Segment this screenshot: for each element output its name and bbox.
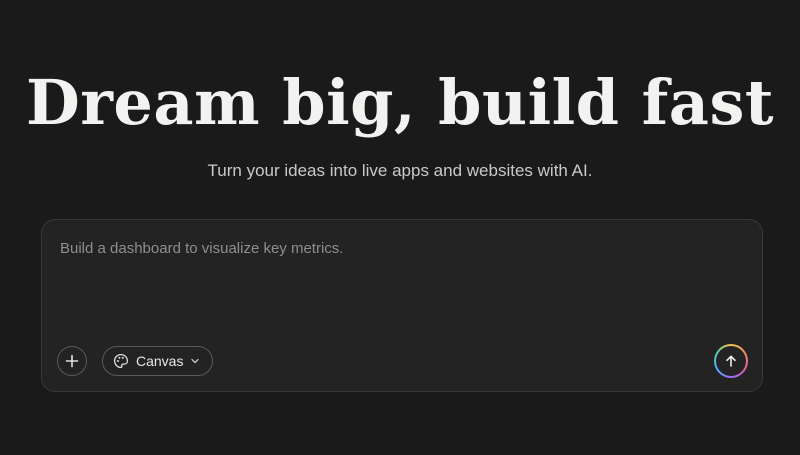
hero-title: Dream big, build fast	[25, 66, 775, 139]
mode-select-label: Canvas	[136, 353, 184, 369]
palette-icon	[113, 353, 129, 369]
prompt-input[interactable]	[60, 238, 740, 338]
prompt-box: Canvas	[41, 219, 763, 392]
mode-select-button[interactable]: Canvas	[102, 346, 214, 376]
plus-icon	[65, 354, 79, 368]
send-button[interactable]	[714, 344, 748, 378]
hero-subtitle: Turn your ideas into live apps and websi…	[207, 161, 593, 180]
send-button-inner	[716, 346, 746, 376]
chevron-down-icon	[190, 356, 200, 366]
arrow-up-icon	[724, 354, 738, 368]
add-attachment-button[interactable]	[57, 346, 87, 376]
